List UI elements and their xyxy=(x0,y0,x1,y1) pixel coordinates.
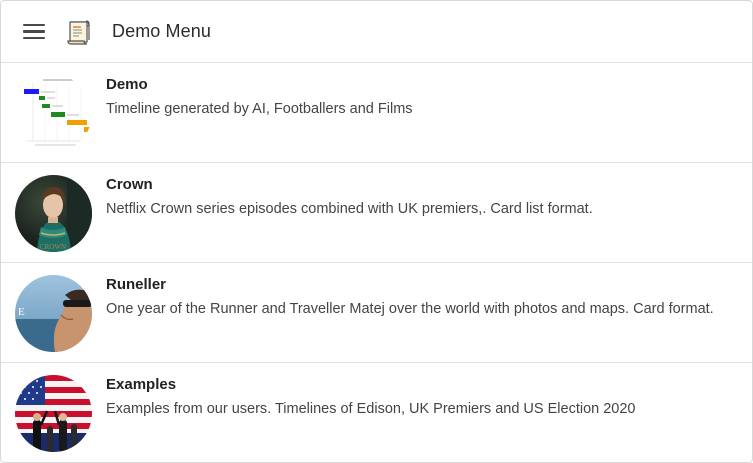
list-item-runeller[interactable]: E Runeller One year of the Runner and Tr… xyxy=(1,263,752,363)
crown-portrait-thumbnail: CROWN xyxy=(15,175,92,252)
item-description: Examples from our users. Timelines of Ed… xyxy=(106,401,636,417)
scroll-icon xyxy=(67,19,90,45)
top-toolbar: Demo Menu xyxy=(1,1,752,63)
svg-text:E: E xyxy=(18,306,25,318)
app-title: Demo Menu xyxy=(112,21,211,41)
us-flag-stage-thumbnail xyxy=(15,375,92,452)
hamburger-menu-icon[interactable] xyxy=(23,23,45,40)
list-item-crown[interactable]: CROWN Crown Netflix Crown series episode… xyxy=(1,163,752,263)
item-title: Crown xyxy=(106,176,153,193)
svg-text:CROWN: CROWN xyxy=(40,243,66,251)
app-window: Demo Menu Demo Timeline generated by AI,… xyxy=(0,0,753,463)
list-item-demo[interactable]: Demo Timeline generated by AI, Footballe… xyxy=(1,63,752,163)
menu-list: Demo Timeline generated by AI, Footballe… xyxy=(1,63,752,462)
item-title: Demo xyxy=(106,76,148,93)
item-title: Examples xyxy=(106,376,177,393)
item-description: Timeline generated by AI, Footballers an… xyxy=(106,101,413,117)
runner-sunglasses-thumbnail: E xyxy=(15,275,92,352)
timeline-chart-thumbnail xyxy=(15,75,92,152)
item-title: Runeller xyxy=(106,276,167,293)
item-description: One year of the Runner and Traveller Mat… xyxy=(106,301,714,317)
list-item-examples[interactable]: Examples Examples from our users. Timeli… xyxy=(1,363,752,462)
item-description: Netflix Crown series episodes combined w… xyxy=(106,201,593,217)
